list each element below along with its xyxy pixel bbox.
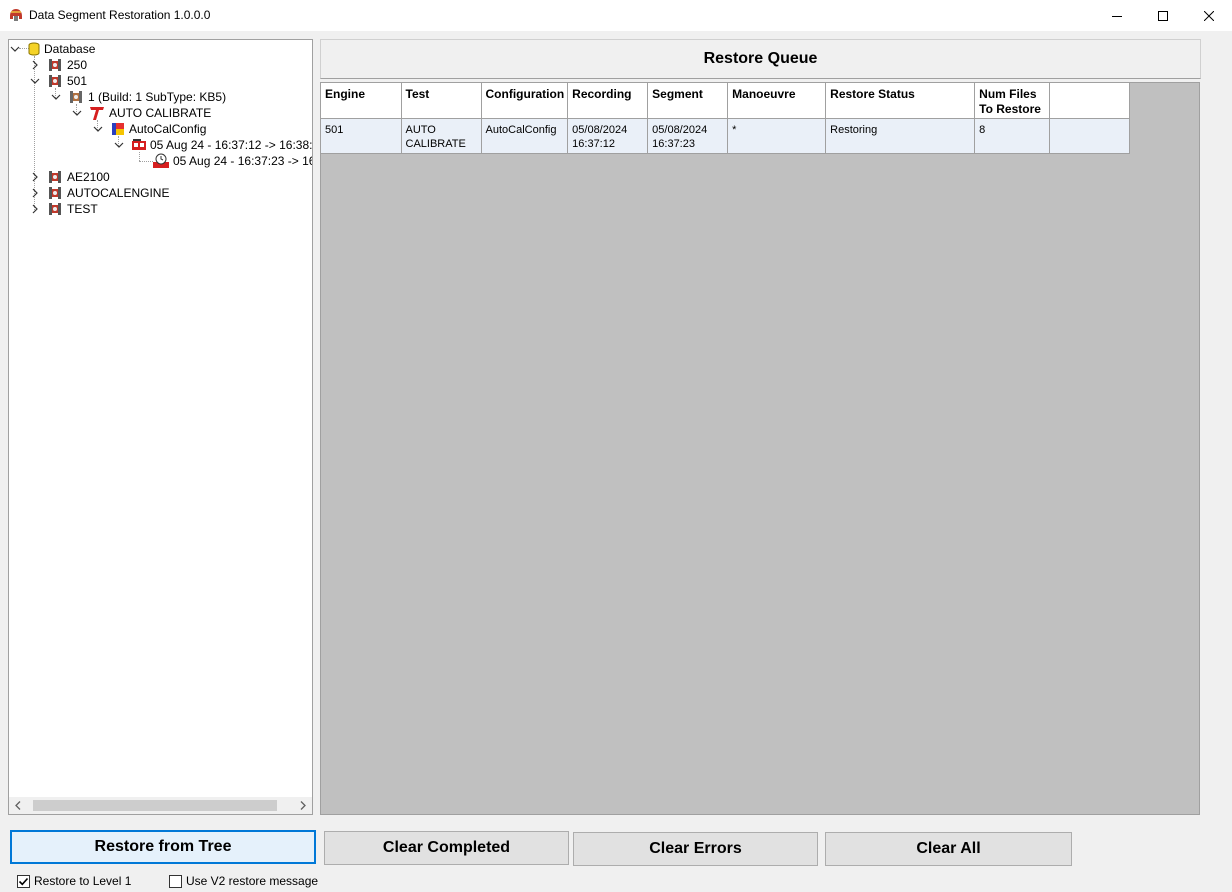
chevron-right-icon[interactable] <box>30 188 40 198</box>
column-header-engine[interactable]: Engine <box>321 83 402 119</box>
cell-segment: 05/08/2024 16:37:23 <box>647 118 729 154</box>
chevron-right-icon[interactable] <box>30 204 40 214</box>
cell-filler <box>1049 118 1131 154</box>
tree-line <box>139 161 153 162</box>
engine-build-icon <box>70 91 82 103</box>
tree-horizontal-scrollbar[interactable] <box>9 797 312 814</box>
cell-manoeuvre: * <box>727 118 827 154</box>
table-row[interactable]: 501 AUTO CALIBRATE AutoCalConfig 05/08/20… <box>321 118 1131 154</box>
chevron-right-icon <box>300 801 306 810</box>
tree-label: 250 <box>67 58 88 72</box>
restore-queue-table: Engine Test Configuration Recording Segm… <box>321 83 1131 154</box>
engine-icon <box>49 203 61 215</box>
close-icon <box>1204 10 1214 21</box>
database-tree[interactable]: Database 250 501 1 (Build: 1 SubType: KB… <box>8 39 313 815</box>
scroll-right-button[interactable] <box>296 799 310 812</box>
column-header-recording[interactable]: Recording <box>567 83 649 119</box>
tree-label: 05 Aug 24 - 16:37:12 -> 16:38:18 <box>150 138 312 152</box>
engine-icon <box>49 59 61 71</box>
cell-recording: 05/08/2024 16:37:12 <box>567 118 649 154</box>
cell-restore-status: Restoring <box>825 118 976 154</box>
tree-node-build[interactable]: 1 (Build: 1 SubType: KB5) <box>67 89 226 105</box>
tree-label: AutoCalConfig <box>129 122 207 136</box>
chevron-down-icon[interactable] <box>114 140 124 150</box>
column-header-manoeuvre[interactable]: Manoeuvre <box>727 83 827 119</box>
recording-icon <box>132 139 146 150</box>
tree-label: Database <box>44 42 96 56</box>
segment-clock-icon <box>153 153 169 168</box>
clear-completed-button[interactable]: Clear Completed <box>324 831 569 865</box>
tree-content: Database 250 501 1 (Build: 1 SubType: KB… <box>9 40 312 797</box>
configuration-icon <box>112 123 124 135</box>
chevron-down-icon[interactable] <box>93 124 103 134</box>
checkmark-icon <box>18 877 29 885</box>
chevron-down-icon[interactable] <box>30 76 40 86</box>
tree-label: AUTO CALIBRATE <box>109 106 212 120</box>
close-button[interactable] <box>1186 0 1232 31</box>
restore-queue-grid[interactable]: Engine Test Configuration Recording Segm… <box>320 82 1200 815</box>
checkbox-label: Restore to Level 1 <box>34 874 132 888</box>
tree-node-recording[interactable]: 05 Aug 24 - 16:37:12 -> 16:38:18 <box>131 137 312 153</box>
column-header-configuration[interactable]: Configuration <box>481 83 569 119</box>
use-v2-restore-checkbox[interactable]: Use V2 restore message <box>169 874 318 888</box>
cell-configuration: AutoCalConfig <box>481 118 569 154</box>
restore-queue-title: Restore Queue <box>320 39 1201 79</box>
chevron-right-icon[interactable] <box>30 172 40 182</box>
window-title: Data Segment Restoration 1.0.0.0 <box>29 8 211 22</box>
tree-node-database[interactable]: Database <box>27 41 95 57</box>
tree-node-segment[interactable]: 05 Aug 24 - 16:37:23 -> 16:38 <box>152 153 312 169</box>
scroll-thumb[interactable] <box>33 800 277 811</box>
chevron-down-icon[interactable] <box>51 92 61 102</box>
clear-errors-button[interactable]: Clear Errors <box>573 832 818 866</box>
chevron-right-icon[interactable] <box>30 60 40 70</box>
table-header-row: Engine Test Configuration Recording Segm… <box>321 83 1131 119</box>
chevron-down-icon[interactable] <box>72 108 82 118</box>
column-header-restore-status[interactable]: Restore Status <box>825 83 976 119</box>
maximize-icon <box>1158 10 1168 21</box>
checkbox-box[interactable] <box>169 874 182 888</box>
tree-node-engine-ae2100[interactable]: AE2100 <box>46 169 110 185</box>
tree-node-test[interactable]: AUTO CALIBRATE <box>88 105 211 121</box>
test-t-icon <box>90 107 104 120</box>
checkbox-label: Use V2 restore message <box>186 874 319 888</box>
tree-node-engine-250[interactable]: 250 <box>46 57 87 73</box>
column-header-segment[interactable]: Segment <box>647 83 729 119</box>
minimize-button[interactable] <box>1094 0 1140 31</box>
tree-line <box>139 152 140 161</box>
tree-label: 05 Aug 24 - 16:37:23 -> 16:38 <box>173 154 312 168</box>
cell-num-files: 8 <box>974 118 1051 154</box>
minimize-icon <box>1112 15 1122 17</box>
title-bar: Data Segment Restoration 1.0.0.0 <box>0 0 1232 31</box>
tree-node-configuration[interactable]: AutoCalConfig <box>110 121 206 137</box>
engine-icon <box>49 75 61 87</box>
tree-label: 1 (Build: 1 SubType: KB5) <box>88 90 227 104</box>
restore-from-tree-button[interactable]: Restore from Tree <box>10 830 316 864</box>
tree-label: 501 <box>67 74 88 88</box>
column-header-num-files[interactable]: Num Files To Restore <box>974 83 1051 119</box>
chevron-left-icon <box>15 801 21 810</box>
engine-icon <box>49 187 61 199</box>
tree-node-engine-autocalengine[interactable]: AUTOCALENGINE <box>46 185 169 201</box>
clear-all-button[interactable]: Clear All <box>825 832 1072 866</box>
chevron-down-icon[interactable] <box>10 44 20 54</box>
column-header-filler <box>1049 83 1131 119</box>
app-helmet-icon <box>10 9 22 21</box>
engine-icon <box>49 171 61 183</box>
maximize-button[interactable] <box>1140 0 1186 31</box>
database-icon <box>28 42 40 56</box>
checkbox-box[interactable] <box>17 874 30 888</box>
tree-label: AE2100 <box>67 170 110 184</box>
tree-label: AUTOCALENGINE <box>67 186 170 200</box>
tree-node-engine-test[interactable]: TEST <box>46 201 98 217</box>
scroll-left-button[interactable] <box>11 799 25 812</box>
tree-node-engine-501[interactable]: 501 <box>46 73 87 89</box>
cell-test: AUTO CALIBRATE <box>401 118 482 154</box>
column-header-test[interactable]: Test <box>401 83 482 119</box>
restore-level1-checkbox[interactable]: Restore to Level 1 <box>17 874 131 888</box>
cell-engine: 501 <box>321 118 402 154</box>
tree-label: TEST <box>67 202 98 216</box>
